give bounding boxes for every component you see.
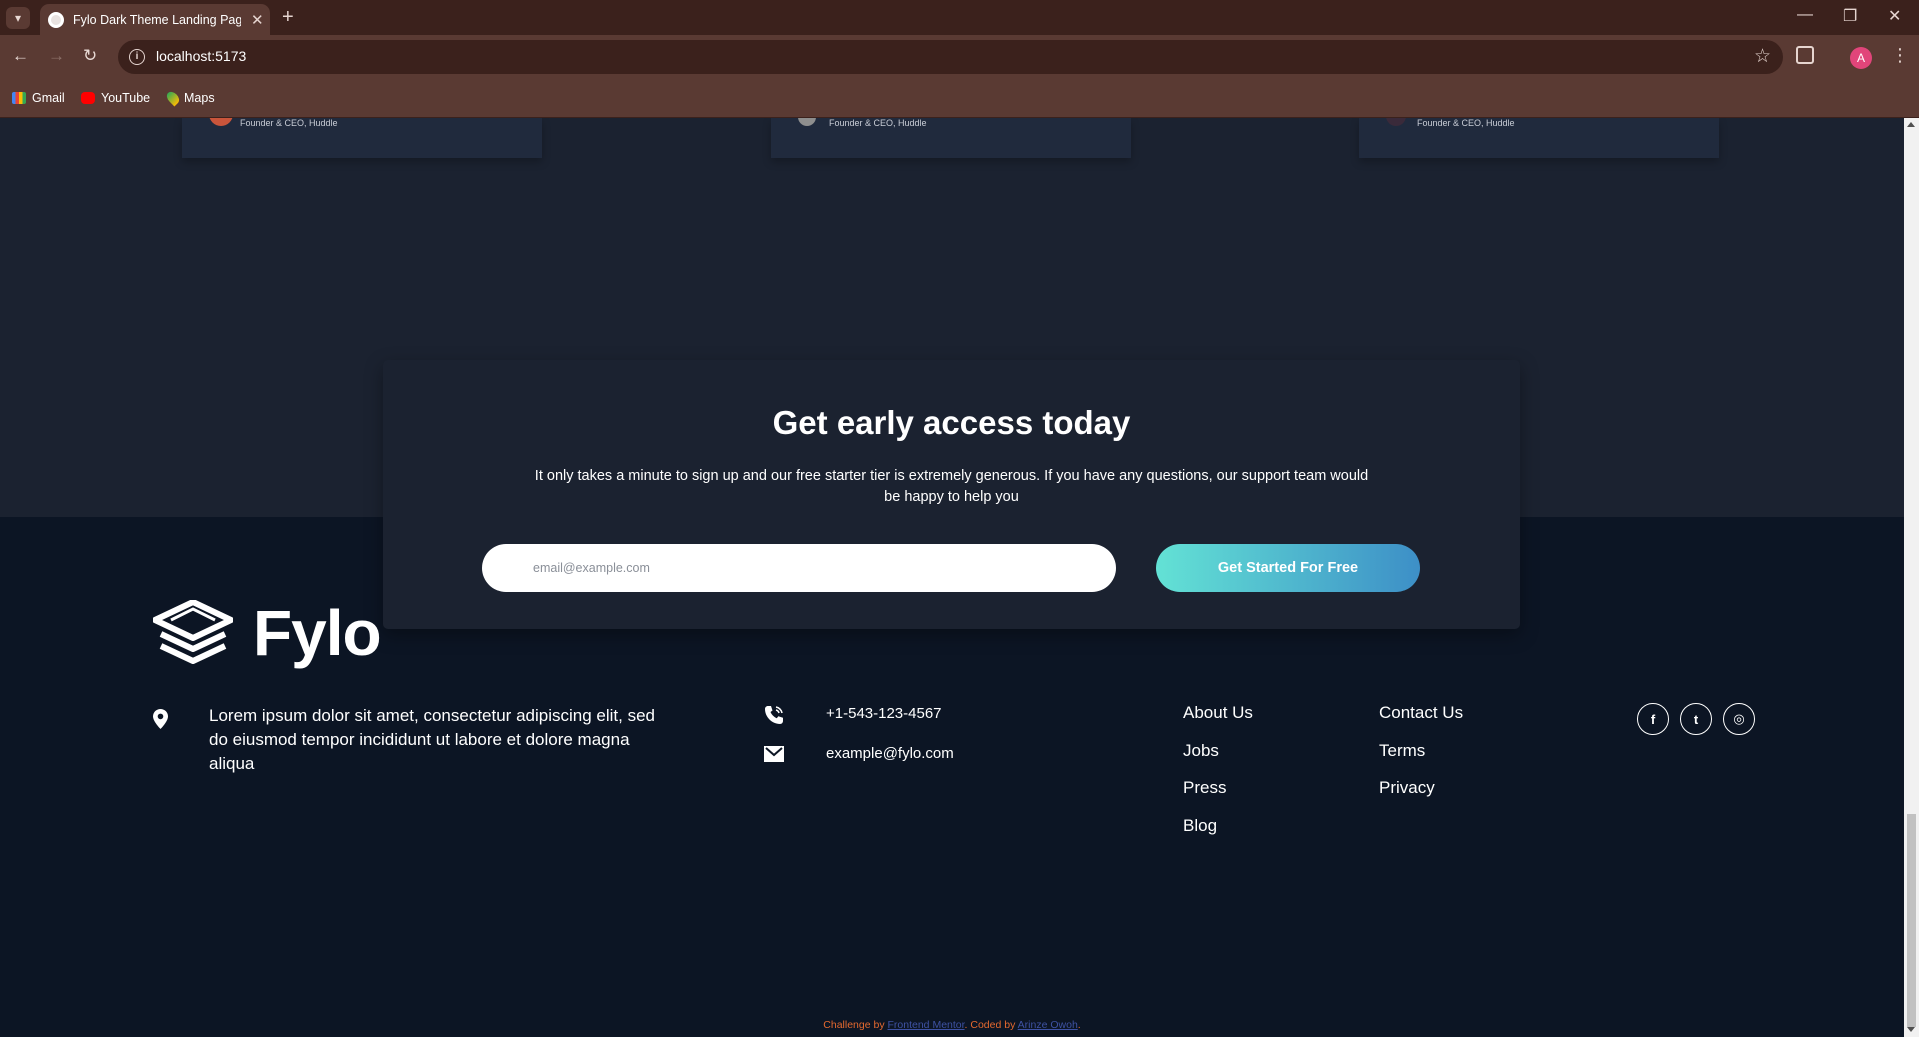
footer-address: Lorem ipsum dolor sit amet, consectetur …	[209, 706, 655, 773]
footer-link-press[interactable]: Press	[1183, 778, 1253, 816]
page-scrollbar[interactable]	[1904, 118, 1919, 1037]
testimonial-role: Founder & CEO, Huddle	[240, 118, 338, 128]
email-input[interactable]	[482, 544, 1116, 592]
logo-text: Fylo	[253, 597, 382, 669]
browser-toolbar: ← → ↻ i localhost:5173 ☆ A ⋮	[0, 35, 1919, 82]
attribution-prefix: Challenge by	[823, 1019, 888, 1031]
profile-avatar[interactable]: A	[1850, 47, 1872, 69]
new-tab-button[interactable]: +	[282, 6, 294, 29]
footer-link-terms[interactable]: Terms	[1379, 741, 1463, 779]
avatar	[209, 118, 233, 126]
footer-link-about-us[interactable]: About Us	[1183, 703, 1253, 741]
author-link[interactable]: Arinze Owoh	[1018, 1019, 1078, 1031]
scroll-up-arrow-icon[interactable]	[1907, 122, 1915, 127]
extensions-icon[interactable]	[1796, 46, 1814, 64]
forward-button[interactable]: →	[48, 46, 65, 66]
testimonial-card: Founder & CEO, Huddle	[1359, 118, 1719, 158]
twitter-icon[interactable]: t	[1680, 703, 1712, 735]
attribution-middle: . Coded by	[964, 1019, 1018, 1031]
address-bar[interactable]: i localhost:5173 ☆	[118, 40, 1783, 74]
site-info-icon[interactable]: i	[129, 49, 145, 65]
bookmarks-bar: Gmail YouTube Maps	[0, 82, 1919, 118]
testimonial-card: Founder & CEO, Huddle	[771, 118, 1131, 158]
tab-favicon-icon	[48, 11, 64, 28]
footer-link-blog[interactable]: Blog	[1183, 816, 1253, 854]
phone-icon	[764, 705, 784, 730]
tab-title: Fylo Dark Theme Landing Page	[73, 12, 241, 27]
instagram-icon[interactable]: ◎	[1723, 703, 1755, 735]
testimonial-card: Founder & CEO, Huddle	[182, 118, 542, 158]
facebook-icon[interactable]: f	[1637, 703, 1669, 735]
footer-links-column-1: About Us Jobs Press Blog	[1183, 703, 1253, 853]
bookmark-youtube[interactable]: YouTube	[81, 91, 150, 105]
avatar	[798, 118, 816, 126]
fylo-logo-icon	[153, 600, 233, 664]
restore-button[interactable]: ❐	[1843, 6, 1857, 26]
scroll-down-arrow-icon[interactable]	[1907, 1027, 1915, 1032]
avatar	[1386, 118, 1406, 126]
browser-tab-bar: ▾ Fylo Dark Theme Landing Page ✕ + — ❐ ✕	[0, 0, 1919, 35]
testimonial-role: Founder & CEO, Huddle	[829, 118, 927, 128]
footer-link-privacy[interactable]: Privacy	[1379, 778, 1463, 816]
email-icon	[764, 746, 784, 767]
footer-phone[interactable]: +1-543-123-4567	[826, 705, 942, 722]
testimonial-role: Founder & CEO, Huddle	[1417, 118, 1515, 128]
attribution: Challenge by Frontend Mentor. Coded by A…	[0, 1019, 1904, 1031]
footer-link-contact-us[interactable]: Contact Us	[1379, 703, 1463, 741]
get-started-button[interactable]: Get Started For Free	[1156, 544, 1420, 592]
bookmark-label: Maps	[184, 91, 215, 105]
address-url: localhost:5173	[156, 48, 247, 64]
bookmark-star-icon[interactable]: ☆	[1754, 45, 1771, 68]
cta-description: It only takes a minute to sign up and ou…	[534, 468, 1369, 505]
bookmark-gmail[interactable]: Gmail	[12, 91, 65, 105]
browser-menu-icon[interactable]: ⋮	[1891, 45, 1909, 66]
location-pin-icon	[153, 709, 168, 734]
page-viewport: Founder & CEO, Huddle Founder & CEO, Hud…	[0, 118, 1904, 1037]
close-window-button[interactable]: ✕	[1888, 6, 1901, 26]
browser-tab-active[interactable]: Fylo Dark Theme Landing Page ✕	[40, 4, 270, 35]
early-access-card: Get early access today It only takes a m…	[383, 360, 1520, 629]
frontend-mentor-link[interactable]: Frontend Mentor	[888, 1019, 965, 1031]
attribution-suffix: .	[1077, 1019, 1081, 1031]
reload-button[interactable]: ↻	[83, 46, 97, 66]
footer-email[interactable]: example@fylo.com	[826, 745, 954, 762]
footer-logo[interactable]: Fylo	[153, 596, 382, 670]
bookmark-label: Gmail	[32, 91, 65, 105]
scrollbar-thumb[interactable]	[1907, 814, 1916, 1027]
footer-link-jobs[interactable]: Jobs	[1183, 741, 1253, 779]
back-button[interactable]: ←	[12, 46, 29, 66]
maps-icon	[164, 89, 182, 107]
minimize-button[interactable]: —	[1797, 6, 1813, 24]
footer-links-column-2: Contact Us Terms Privacy	[1379, 703, 1463, 816]
gmail-icon	[12, 92, 26, 104]
bookmark-maps[interactable]: Maps	[164, 89, 215, 107]
bookmark-label: YouTube	[101, 91, 151, 105]
tab-close-icon[interactable]: ✕	[251, 11, 264, 29]
youtube-icon	[81, 92, 95, 104]
social-links: f t ◎	[1637, 703, 1755, 735]
cta-title: Get early access today	[772, 404, 1131, 441]
tab-search-button[interactable]: ▾	[6, 7, 30, 29]
